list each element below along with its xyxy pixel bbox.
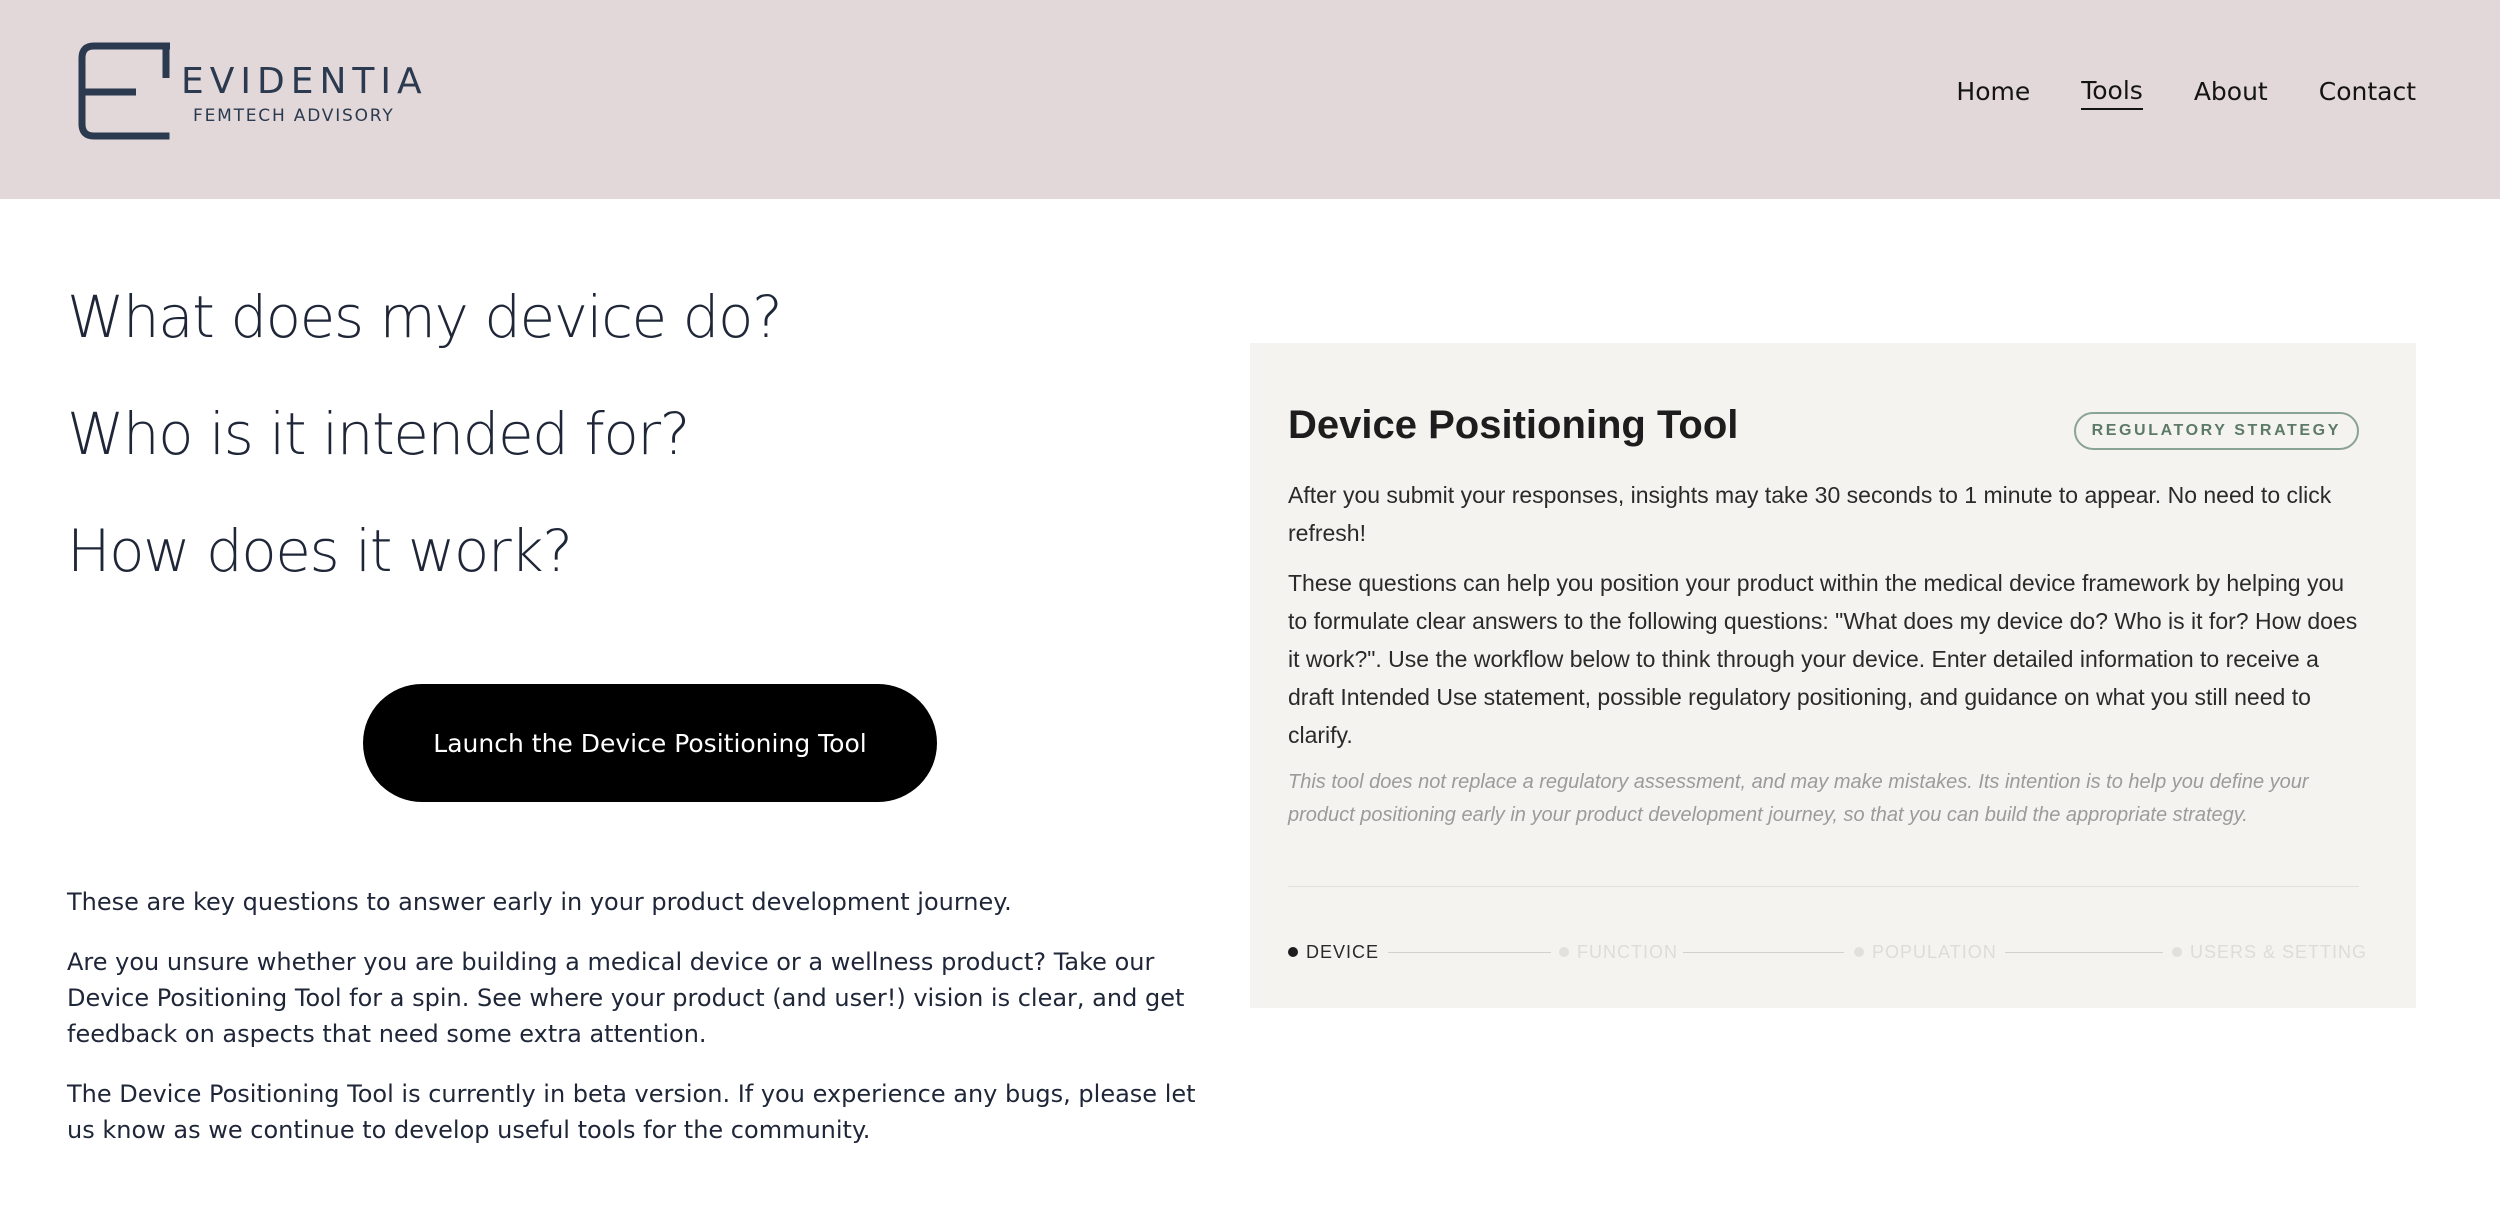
step-population[interactable]: POPULATION [1854, 940, 1997, 964]
intro-paragraph-2: Are you unsure whether you are building … [67, 948, 1185, 1048]
step-device[interactable]: DEVICE [1288, 940, 1379, 964]
step-connector [2005, 952, 2163, 953]
workflow-steps: DEVICE FUNCTION POPULATION USERS & SETTI… [1288, 940, 2366, 964]
tool-instructions: After you submit your responses, insight… [1288, 482, 2332, 546]
tool-disclaimer: This tool does not replace a regulatory … [1288, 771, 2309, 826]
step-label: FUNCTION [1577, 942, 1678, 962]
step-dot-icon [1288, 947, 1298, 957]
intro-paragraph-1: These are key questions to answer early … [67, 888, 1012, 916]
launch-tool-button[interactable]: Launch the Device Positioning Tool [363, 684, 937, 802]
nav-home[interactable]: Home [1956, 75, 2030, 109]
logo-e-mark-icon [78, 42, 170, 140]
site-header: EVIDENTIA FEMTECH ADVISORY Home Tools Ab… [0, 0, 2500, 199]
step-function[interactable]: FUNCTION [1559, 940, 1678, 964]
brand-name: EVIDENTIA [181, 61, 428, 102]
brand-logo[interactable]: EVIDENTIA FEMTECH ADVISORY [78, 42, 422, 142]
tool-preview-card: Device Positioning Tool REGULATORY STRAT… [1250, 343, 2416, 1008]
step-users-setting[interactable]: USERS & SETTING [2172, 940, 2367, 964]
question-what: What does my device do? [67, 283, 783, 351]
nav-about[interactable]: About [2194, 75, 2268, 109]
step-label: POPULATION [1872, 942, 1997, 962]
nav-contact[interactable]: Contact [2319, 75, 2416, 109]
brand-tagline: FEMTECH ADVISORY [193, 106, 395, 126]
nav-tools[interactable]: Tools [2081, 74, 2143, 110]
main-nav: Home Tools About Contact [1956, 74, 2416, 110]
step-connector [1683, 952, 1844, 953]
intro-paragraph-3: The Device Positioning Tool is currently… [67, 1080, 1196, 1144]
question-how: How does it work? [67, 517, 573, 585]
step-label: DEVICE [1306, 942, 1380, 962]
card-divider [1288, 886, 2359, 887]
step-label: USERS & SETTING [2190, 942, 2368, 962]
tool-description: These questions can help you position yo… [1288, 570, 2358, 748]
step-connector [1388, 952, 1551, 953]
step-dot-icon [1559, 947, 1569, 957]
regulatory-strategy-badge: REGULATORY STRATEGY [2073, 412, 2359, 450]
tool-title: Device Positioning Tool [1288, 403, 1739, 447]
step-dot-icon [1854, 947, 1864, 957]
question-who: Who is it intended for? [67, 400, 690, 468]
step-dot-icon [2172, 947, 2182, 957]
